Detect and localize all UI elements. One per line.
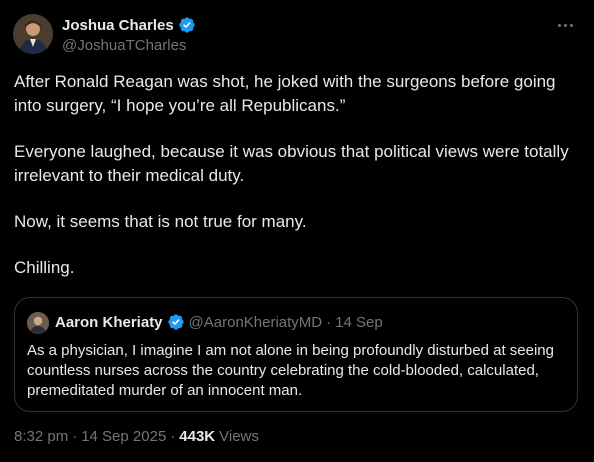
tweet-meta: 8:32 pm · 14 Sep 2025 · 443K Views xyxy=(14,428,259,445)
author-handle[interactable]: @JoshuaTCharles xyxy=(62,37,186,54)
quoted-author-handle: @AaronKheriatyMD xyxy=(188,313,323,331)
verified-badge-icon xyxy=(179,17,195,33)
more-dot-icon xyxy=(563,23,567,27)
quoted-tweet[interactable]: Aaron Kheriaty @AaronKheriatyMD · 14 Sep… xyxy=(14,297,578,412)
quoted-author-name: Aaron Kheriaty xyxy=(55,313,163,331)
tweet-paragraph: Now, it seems that is not true for many. xyxy=(14,212,307,231)
more-dot-icon xyxy=(557,23,561,27)
tweet-card: Joshua Charles @JoshuaTCharles After Ron… xyxy=(0,0,594,462)
quoted-date: 14 Sep xyxy=(335,313,383,331)
author-display-name[interactable]: Joshua Charles xyxy=(62,17,174,34)
more-options-button[interactable] xyxy=(554,14,576,36)
tweet-paragraph: Chilling. xyxy=(14,258,75,277)
tweet-text: After Ronald Reagan was shot, he joked w… xyxy=(14,70,580,302)
meta-separator: · xyxy=(170,428,176,445)
quoted-tweet-header: Aaron Kheriaty @AaronKheriatyMD · 14 Sep xyxy=(55,313,383,331)
meta-separator: · xyxy=(72,428,78,445)
quoted-tweet-text: As a physician, I imagine I am not alone… xyxy=(27,342,554,399)
tweet-date[interactable]: 14 Sep 2025 xyxy=(81,428,166,445)
author-avatar[interactable] xyxy=(13,14,53,54)
author-name-row: Joshua Charles xyxy=(62,16,196,34)
views-count: 443K xyxy=(179,428,216,445)
tweet-paragraph: After Ronald Reagan was shot, he joked w… xyxy=(14,72,556,115)
views-label: Views xyxy=(219,428,259,445)
verified-badge-icon xyxy=(167,314,184,330)
quoted-separator: · xyxy=(326,313,332,331)
profile-photo-icon xyxy=(13,14,53,54)
tweet-paragraph: Everyone laughed, because it was obvious… xyxy=(14,142,569,185)
more-dot-icon xyxy=(569,23,573,27)
quoted-author-avatar xyxy=(27,312,49,334)
profile-photo-icon xyxy=(27,312,49,334)
tweet-time[interactable]: 8:32 pm xyxy=(14,428,68,445)
